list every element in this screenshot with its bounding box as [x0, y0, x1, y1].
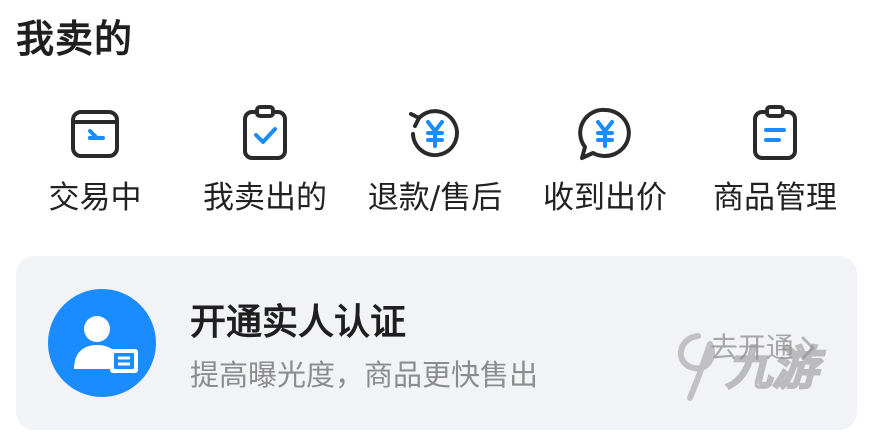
quick-action-manage[interactable]: 商品管理 [690, 96, 860, 226]
seller-panel: 我卖的 交易中 我卖出的 退款/售后 收到出价 商品管理 开通实人认证 提高曝光… [0, 0, 870, 438]
real-name-verify-card[interactable]: 开通实人认证 提高曝光度，商品更快售出 去开通 [16, 256, 857, 430]
verify-card-subtitle: 提高曝光度，商品更快售出 [190, 358, 539, 392]
quick-action-offers[interactable]: 收到出价 [520, 96, 690, 226]
quick-action-label: 交易中 [48, 180, 142, 216]
quick-action-trading[interactable]: 交易中 [10, 96, 180, 226]
clipboard-check-icon [233, 102, 297, 166]
verify-card-title: 开通实人认证 [190, 302, 407, 343]
user-id-badge-icon [48, 289, 156, 397]
activate-verify-link[interactable]: 去开通 [710, 328, 817, 368]
quick-action-label: 收到出价 [543, 180, 667, 216]
quick-action-refund[interactable]: 退款/售后 [350, 96, 520, 226]
quick-actions-row: 交易中 我卖出的 退款/售后 收到出价 商品管理 [0, 96, 870, 226]
quick-action-label: 退款/售后 [367, 180, 503, 216]
chevron-right-icon [799, 333, 817, 363]
quick-action-label: 我卖出的 [203, 180, 327, 216]
activate-verify-label: 去开通 [709, 331, 794, 364]
clipboard-list-icon [743, 102, 807, 166]
refund-yen-icon [403, 102, 467, 166]
quick-action-label: 商品管理 [713, 180, 837, 216]
trading-box-icon [63, 102, 127, 166]
section-title: 我卖的 [16, 17, 134, 61]
quick-action-sold[interactable]: 我卖出的 [180, 96, 350, 226]
chat-yen-icon [573, 102, 637, 166]
